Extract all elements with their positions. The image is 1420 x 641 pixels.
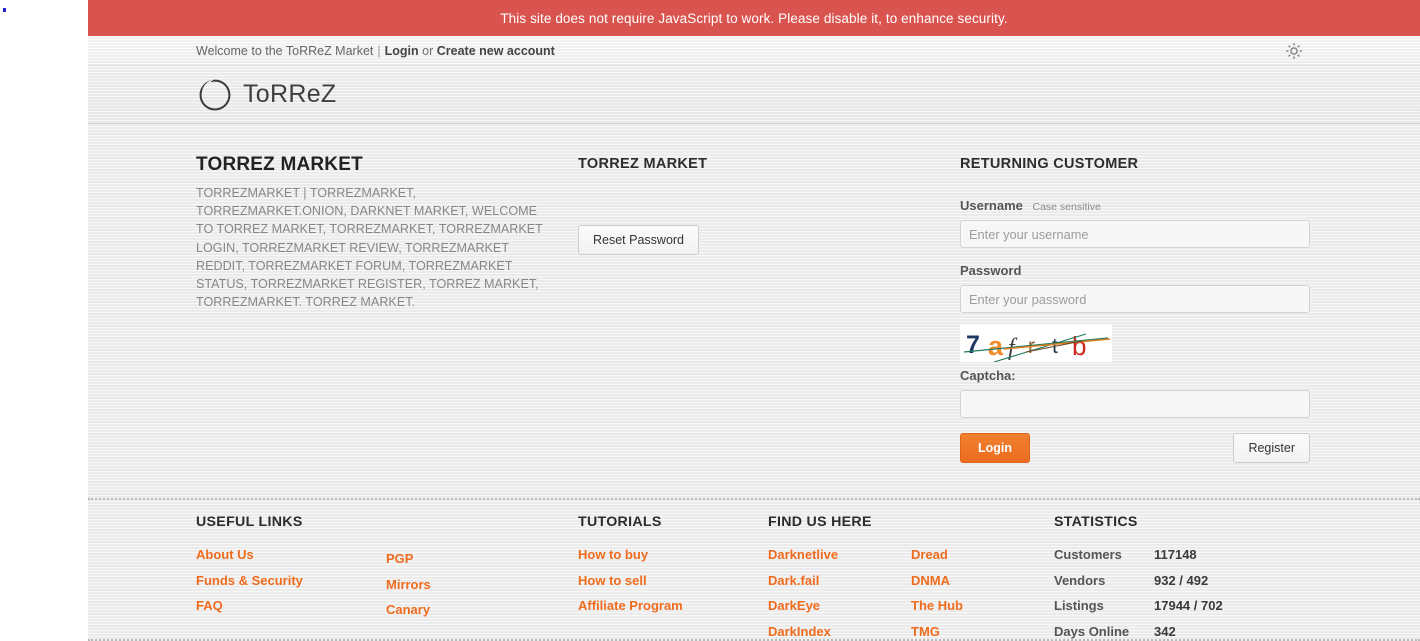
login-link[interactable]: Login: [385, 44, 419, 58]
table-row: Customers 117148: [1054, 547, 1223, 573]
javascript-notice-text: This site does not require JavaScript to…: [500, 10, 1008, 26]
main-content: TORREZ MARKET TORREZMARKET | TORREZMARKE…: [88, 124, 1420, 498]
footer-find-us-here: FIND US HERE Darknetlive Dark.fail DarkE…: [768, 514, 1054, 641]
login-button[interactable]: Login: [960, 433, 1031, 463]
link-the-hub[interactable]: The Hub: [911, 598, 963, 613]
password-input[interactable]: [960, 285, 1310, 313]
captcha-field-group: Captcha:: [960, 368, 1342, 418]
link-darkeye[interactable]: DarkEye: [768, 598, 820, 613]
captcha-label: Captcha:: [960, 368, 1016, 383]
table-row: Vendors 932 / 492: [1054, 573, 1223, 599]
stat-value-listings: 17944 / 702: [1154, 598, 1223, 613]
site-footer: USEFUL LINKS About Us Funds & Security F…: [88, 498, 1420, 641]
statistics-table: Customers 117148 Vendors 932 / 492 Listi…: [1054, 547, 1223, 641]
link-darknetlive[interactable]: Darknetlive: [768, 547, 838, 562]
svg-text:a: a: [988, 331, 1004, 361]
market-info-column: TORREZ MARKET TORREZMARKET | TORREZMARKE…: [196, 124, 578, 498]
returning-customer-column: RETURNING CUSTOMER Username Case sensiti…: [960, 124, 1342, 498]
stat-value-vendors: 932 / 492: [1154, 572, 1209, 588]
site-header: ToRReZ: [88, 66, 1420, 124]
useful-links-heading: USEFUL LINKS: [196, 514, 303, 530]
footer-statistics: STATISTICS Customers 117148 Vendors 932 …: [1054, 514, 1354, 641]
brand-name: ToRReZ: [243, 80, 337, 108]
link-about-us[interactable]: About Us: [196, 547, 254, 562]
corner-marker-dot: [3, 8, 6, 12]
register-button[interactable]: Register: [1233, 433, 1310, 463]
link-affiliate-program[interactable]: Affiliate Program: [578, 598, 683, 613]
link-funds-security[interactable]: Funds & Security: [196, 573, 303, 588]
link-dread[interactable]: Dread: [911, 547, 948, 562]
footer-useful-links: USEFUL LINKS About Us Funds & Security F…: [196, 514, 578, 641]
username-field-group: Username Case sensitive: [960, 198, 1342, 248]
find-us-heading: FIND US HERE: [768, 514, 872, 530]
page-title: TORREZ MARKET: [196, 154, 363, 175]
link-faq[interactable]: FAQ: [196, 598, 223, 613]
link-mirrors[interactable]: Mirrors: [386, 577, 431, 592]
javascript-notice-bar: This site does not require JavaScript to…: [88, 0, 1420, 36]
link-dnma[interactable]: DNMA: [911, 573, 950, 588]
login-section-title: RETURNING CUSTOMER: [960, 156, 1139, 172]
username-label-text: Username: [960, 198, 1023, 213]
page-container: This site does not require JavaScript to…: [88, 0, 1420, 641]
reset-password-column: TORREZ MARKET Reset Password: [578, 124, 960, 498]
link-canary[interactable]: Canary: [386, 602, 430, 617]
statistics-heading: STATISTICS: [1054, 514, 1138, 530]
useful-links-col-b: PGP Mirrors Canary: [386, 547, 576, 628]
password-field-group: Password: [960, 263, 1342, 313]
reset-password-button[interactable]: Reset Password: [578, 225, 700, 255]
welcome-greeting: Welcome to the ToRReZ Market: [196, 43, 374, 58]
captcha-image[interactable]: 7 a f r t b: [960, 325, 1112, 363]
useful-links-col-a: About Us Funds & Security FAQ: [196, 547, 386, 628]
link-how-to-sell[interactable]: How to sell: [578, 573, 647, 588]
table-row: Listings 17944 / 702: [1054, 598, 1223, 624]
welcome-or-label: or: [422, 43, 434, 58]
stat-value-customers: 117148: [1154, 547, 1197, 562]
link-tmg[interactable]: TMG: [911, 624, 940, 639]
username-label: Username Case sensitive: [960, 198, 1342, 213]
circle-ring-logo-icon[interactable]: [196, 76, 234, 114]
password-label: Password: [960, 263, 1022, 278]
reset-section-title: TORREZ MARKET: [578, 156, 708, 172]
login-button-row: Login Register: [960, 433, 1310, 463]
sun-icon[interactable]: [1284, 41, 1304, 61]
footer-tutorials: TUTORIALS How to buy How to sell Affilia…: [578, 514, 768, 641]
captcha-input[interactable]: [960, 390, 1310, 418]
svg-text:7: 7: [966, 331, 980, 359]
username-case-hint: Case sensitive: [1032, 201, 1101, 213]
link-dark-fail[interactable]: Dark.fail: [768, 573, 819, 588]
link-pgp[interactable]: PGP: [386, 551, 413, 566]
welcome-bar: Welcome to the ToRReZ Market | Login or …: [88, 36, 1420, 66]
tutorials-heading: TUTORIALS: [578, 514, 662, 530]
welcome-separator: |: [377, 43, 381, 58]
link-how-to-buy[interactable]: How to buy: [578, 547, 648, 562]
link-darkindex[interactable]: DarkIndex: [768, 624, 831, 639]
find-us-col-b: Dread DNMA The Hub TMG: [911, 547, 1054, 641]
find-us-col-a: Darknetlive Dark.fail DarkEye DarkIndex: [768, 547, 911, 641]
create-account-link[interactable]: Create new account: [437, 44, 555, 58]
stat-key-vendors: Vendors: [1054, 572, 1106, 588]
stat-key-customers: Customers: [1054, 547, 1122, 562]
stat-key-listings: Listings: [1054, 598, 1104, 613]
username-input[interactable]: [960, 220, 1310, 248]
market-keywords-text: TORREZMARKET | TORREZMARKET, TORREZMARKE…: [196, 186, 543, 310]
